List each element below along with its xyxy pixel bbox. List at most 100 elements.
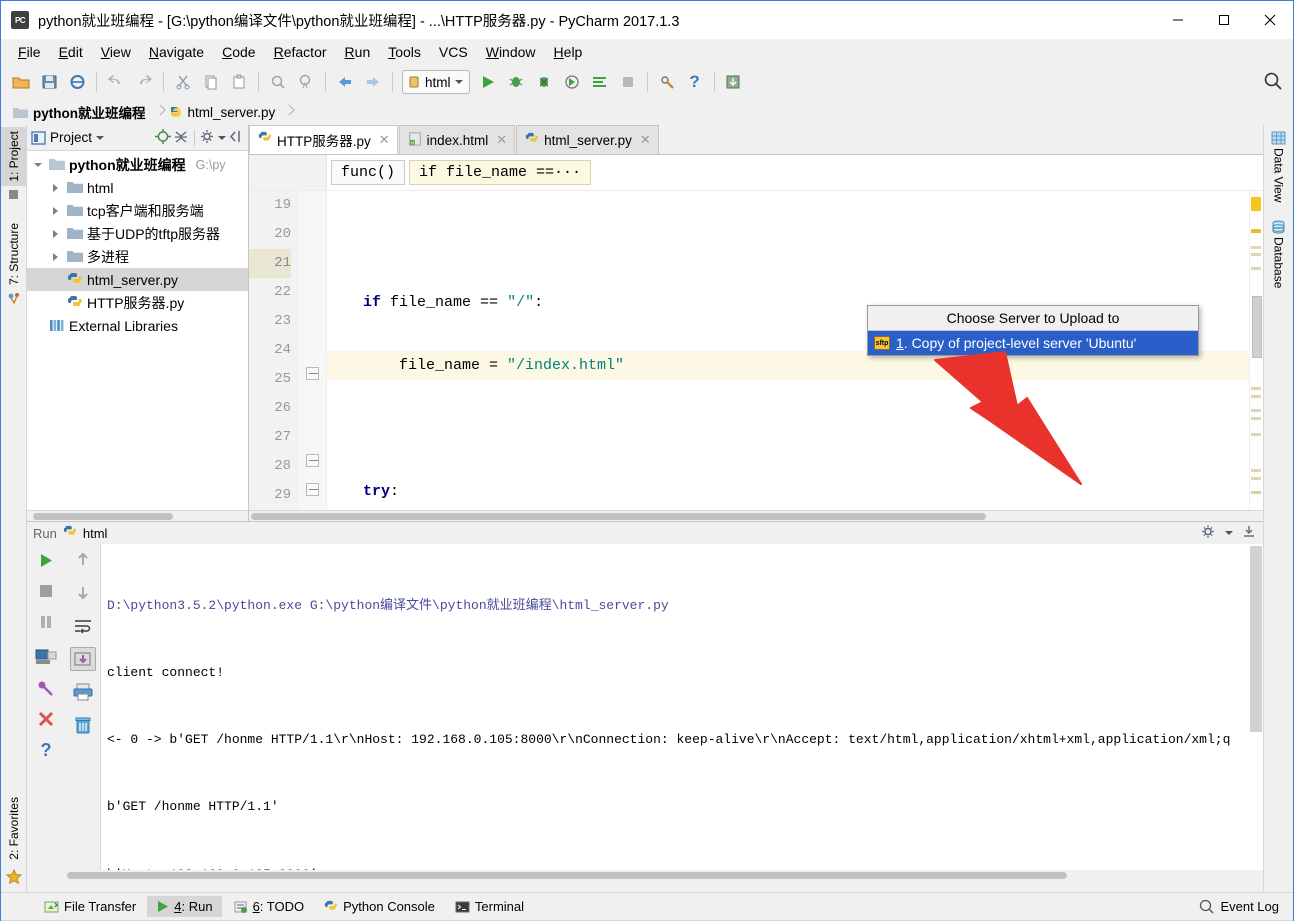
hide-icon[interactable] bbox=[1241, 524, 1257, 542]
run-configuration-selector[interactable]: html bbox=[402, 70, 470, 94]
twisty-open-icon[interactable] bbox=[31, 158, 45, 172]
tree-node-html[interactable]: html bbox=[27, 176, 248, 199]
console-icon[interactable] bbox=[33, 645, 59, 669]
update-icon[interactable] bbox=[720, 69, 748, 95]
tree-node-tcp[interactable]: tcp客户端和服务端 bbox=[27, 199, 248, 222]
menu-run[interactable]: Run bbox=[336, 41, 380, 63]
twisty-closed-icon-2[interactable] bbox=[49, 204, 63, 218]
menu-tools[interactable]: Tools bbox=[379, 41, 430, 63]
gear-chevron-down-icon-2[interactable] bbox=[1225, 531, 1233, 535]
project-chevron-down-icon[interactable] bbox=[96, 135, 105, 140]
undo-icon[interactable] bbox=[102, 69, 130, 95]
save-all-icon[interactable] bbox=[35, 69, 63, 95]
rail-item-favorites[interactable]: 2: Favorites bbox=[1, 793, 27, 864]
rail-item-data-view[interactable]: Data View bbox=[1271, 131, 1286, 202]
help-icon[interactable]: ? bbox=[33, 738, 59, 762]
close-icon-3[interactable]: ✕ bbox=[640, 132, 651, 148]
back-icon[interactable] bbox=[331, 69, 359, 95]
tree-node-multiprocess[interactable]: 多进程 bbox=[27, 245, 248, 268]
project-horizontal-scrollbar[interactable] bbox=[27, 510, 248, 521]
close-button[interactable] bbox=[1247, 1, 1293, 39]
rail-icon-structure-small[interactable] bbox=[1, 186, 26, 203]
menu-code[interactable]: Code bbox=[213, 41, 264, 63]
menu-view[interactable]: View bbox=[92, 41, 140, 63]
bottom-item-python-console[interactable]: Python Console bbox=[315, 896, 444, 917]
twisty-closed-icon-4[interactable] bbox=[49, 250, 63, 264]
soft-wrap-icon[interactable] bbox=[70, 614, 96, 638]
maximize-button[interactable] bbox=[1201, 1, 1247, 39]
profile-icon[interactable] bbox=[558, 69, 586, 95]
settings-gear-icon[interactable] bbox=[1201, 524, 1217, 542]
gear-chevron-down-icon[interactable] bbox=[218, 135, 226, 140]
open-folder-icon[interactable] bbox=[7, 69, 35, 95]
locate-icon[interactable] bbox=[155, 128, 171, 147]
trash-icon[interactable] bbox=[70, 713, 96, 737]
twisty-closed-icon[interactable] bbox=[49, 181, 63, 195]
minimize-button[interactable] bbox=[1155, 1, 1201, 39]
attach-icon[interactable] bbox=[586, 69, 614, 95]
tree-node-http-server-py[interactable]: HTTP服务器.py bbox=[27, 291, 248, 314]
bottom-item-todo[interactable]: 6: TODO bbox=[224, 896, 314, 917]
bottom-item-run[interactable]: 4: Run bbox=[147, 896, 222, 917]
tab-index-html[interactable]: H index.html ✕ bbox=[398, 125, 516, 154]
console-vertical-scrollbar[interactable] bbox=[1249, 544, 1263, 870]
bottom-item-file-transfer[interactable]: File Transfer bbox=[35, 896, 145, 917]
cut-icon[interactable] bbox=[169, 69, 197, 95]
rail-item-structure[interactable]: 7: Structure bbox=[1, 219, 26, 289]
menu-refactor[interactable]: Refactor bbox=[265, 41, 336, 63]
stop-icon[interactable] bbox=[614, 69, 642, 95]
paste-icon[interactable] bbox=[225, 69, 253, 95]
stop-icon[interactable] bbox=[33, 579, 59, 603]
console-scrollbar-thumb[interactable] bbox=[1250, 546, 1262, 732]
rerun-icon[interactable] bbox=[33, 548, 59, 572]
forward-icon[interactable] bbox=[359, 69, 387, 95]
rail-item-database[interactable]: Database bbox=[1271, 220, 1286, 289]
collapse-all-icon[interactable] bbox=[173, 129, 189, 147]
rail-item-project[interactable]: 1: Project bbox=[1, 127, 26, 186]
search-everywhere-icon[interactable] bbox=[1263, 71, 1283, 94]
debug-icon[interactable] bbox=[502, 69, 530, 95]
breadcrumb-item-project[interactable]: python就业班编程 bbox=[9, 100, 156, 124]
code-folding-gutter[interactable] bbox=[299, 191, 327, 510]
tree-node-html-server-py[interactable]: html_server.py bbox=[27, 268, 248, 291]
fold-marker-icon-3[interactable] bbox=[306, 483, 319, 496]
tab-html-server-py[interactable]: html_server.py ✕ bbox=[516, 125, 659, 154]
event-log-button[interactable]: Event Log bbox=[1199, 899, 1279, 914]
scroll-to-end-icon[interactable] bbox=[69, 647, 96, 671]
editor-horizontal-scrollbar[interactable] bbox=[249, 510, 1263, 521]
rail-icon-favorites-small[interactable] bbox=[1, 289, 26, 308]
print-icon[interactable] bbox=[70, 680, 96, 704]
editor-vertical-scrollbar[interactable] bbox=[1249, 191, 1263, 510]
fold-marker-icon[interactable] bbox=[306, 367, 319, 380]
menu-edit[interactable]: Edit bbox=[50, 41, 92, 63]
bottom-item-terminal[interactable]: Terminal bbox=[446, 896, 533, 917]
menu-navigate[interactable]: Navigate bbox=[140, 41, 213, 63]
find-icon[interactable] bbox=[264, 69, 292, 95]
scrollbar-thumb[interactable] bbox=[1252, 296, 1262, 358]
fold-marker-icon-2[interactable] bbox=[306, 454, 319, 467]
menu-help[interactable]: Help bbox=[545, 41, 592, 63]
run-icon[interactable] bbox=[474, 69, 502, 95]
close-icon-2[interactable]: ✕ bbox=[496, 132, 507, 148]
tab-http-server-py[interactable]: HTTP服务器.py ✕ bbox=[249, 125, 398, 154]
breadcrumb-item-file[interactable]: html_server.py bbox=[165, 103, 286, 122]
tree-node-root[interactable]: python就业班编程 G:\py bbox=[27, 153, 248, 176]
editor-crumb-func[interactable]: func() bbox=[331, 160, 406, 185]
close-icon[interactable]: ✕ bbox=[379, 132, 390, 148]
editor-crumb-if[interactable]: if file_name ==··· bbox=[409, 160, 592, 185]
menu-file[interactable]: FFileile bbox=[9, 41, 50, 63]
hide-panel-icon[interactable] bbox=[228, 129, 244, 147]
console-horizontal-scrollbar[interactable] bbox=[27, 870, 1263, 881]
coverage-icon[interactable] bbox=[530, 69, 558, 95]
sync-icon[interactable] bbox=[63, 69, 91, 95]
redo-icon[interactable] bbox=[130, 69, 158, 95]
run-config-name[interactable]: html bbox=[83, 526, 108, 541]
gear-icon[interactable] bbox=[200, 129, 216, 147]
help-icon[interactable]: ? bbox=[681, 69, 709, 95]
debug-pin-icon[interactable] bbox=[33, 676, 59, 700]
copy-icon[interactable] bbox=[197, 69, 225, 95]
close-icon[interactable] bbox=[33, 707, 59, 731]
up-arrow-icon[interactable] bbox=[70, 548, 96, 572]
tree-node-external-libraries[interactable]: External Libraries bbox=[27, 314, 248, 337]
menu-window[interactable]: Window bbox=[477, 41, 545, 63]
